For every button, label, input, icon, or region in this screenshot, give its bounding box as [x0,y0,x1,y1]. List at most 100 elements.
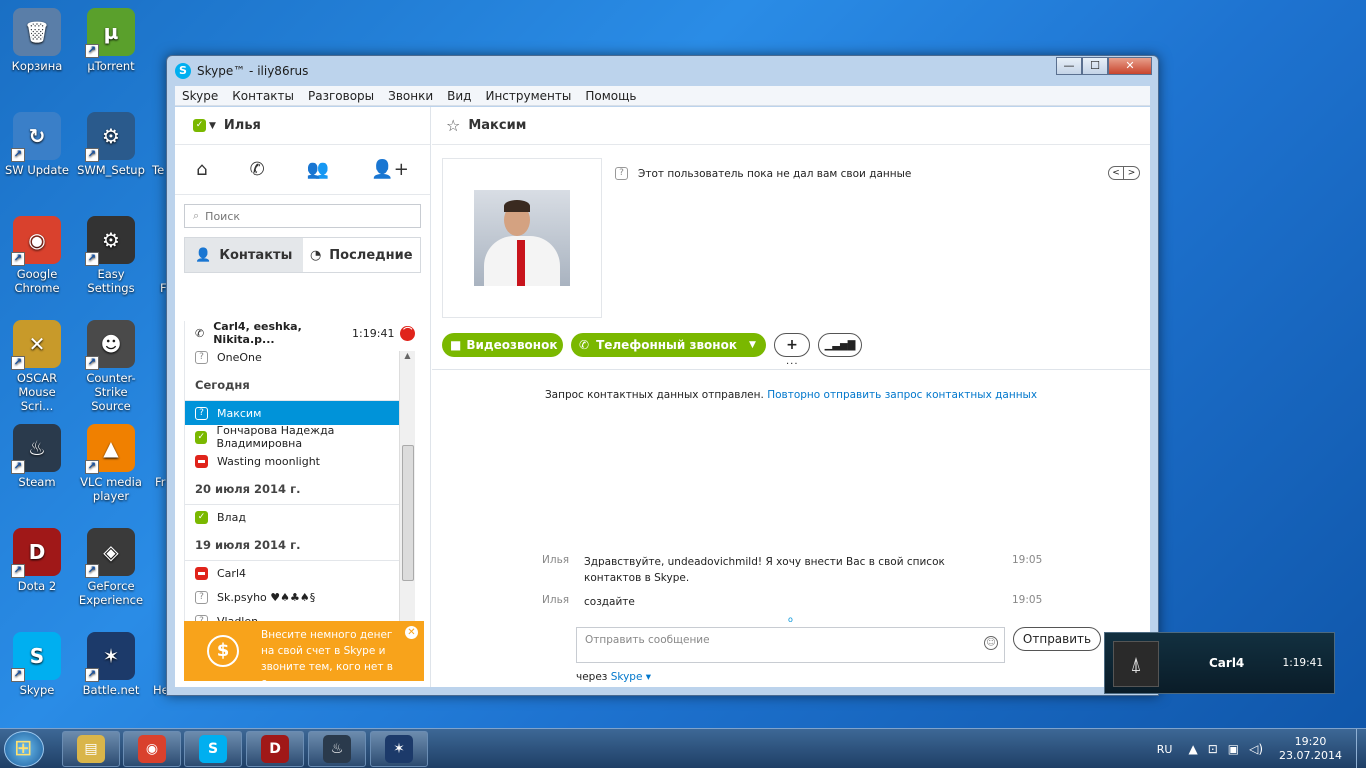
title-bar[interactable]: S Skype™ - iliy86rus [167,56,1158,86]
show-desktop-button[interactable] [1356,729,1366,768]
emoticon-icon[interactable]: ☺ [984,636,998,650]
message-sender: Илья [542,554,570,566]
tray-expand-icon[interactable]: ▲ [1188,742,1197,756]
desktop-icon-sw-update[interactable]: ↻ ↗ SW Update [1,112,73,177]
desktop-icon-easy-settings[interactable]: ⚙ ↗ Easy Settings [75,216,147,295]
network-icon[interactable]: ▣ [1228,742,1239,756]
desktop-icon-label: SW Update [5,163,69,177]
via-label: через [576,671,608,683]
clock[interactable]: 19:20 23.07.2014 [1279,735,1342,763]
via-selector: через Skype ▾ [576,671,651,683]
contact-header: ☆ Максим [432,107,1150,145]
taskbar-chrome-button[interactable]: ◉ [123,731,181,767]
online-status-icon[interactable]: ✓ [193,119,206,132]
prev-arrow-icon[interactable]: < [1108,166,1124,180]
unknown-status-icon: ? [615,167,628,180]
caller-avatar-icon: ⍋ [1113,641,1159,687]
group-icon[interactable]: 👥 [307,159,329,180]
busy-status-icon [195,454,208,468]
contact-row[interactable]: ✓ Влад [185,505,415,529]
desktop-icon-utorrent[interactable]: µ ↗ µTorrent [75,8,147,73]
desktop-icon-dota2[interactable]: D ↗ Dota 2 [1,528,73,593]
volume-icon[interactable]: ◁) [1249,742,1263,756]
vlc-icon: ▲ ↗ [85,424,135,474]
chevron-down-icon[interactable]: ▼ [749,340,756,350]
taskbar-skype-button[interactable]: S [184,731,242,767]
desktop-icon-counter-strike[interactable]: ☻ ↗ Counter-Strike Source [75,320,147,413]
menu-calls[interactable]: Звонки [381,89,440,103]
desktop-icon-skype[interactable]: S ↗ Skype [1,632,73,697]
search-input[interactable] [205,209,406,223]
language-indicator[interactable]: RU [1157,743,1173,756]
send-button[interactable]: Отправить [1013,627,1101,651]
contact-row[interactable]: ? OneOne [185,345,415,369]
desktop-icon-steam[interactable]: ♨ ↗ Steam [1,424,73,489]
menu-bar: Skype Контакты Разговоры Звонки Вид Инст… [175,86,1150,106]
taskbar-dota2-button[interactable]: D [246,731,304,767]
date-header: 20 июля 2014 г. [185,473,407,505]
add-contact-icon[interactable]: 👤+ [371,159,409,180]
scroll-thumb[interactable] [402,445,414,581]
tab-contacts[interactable]: 👤 Контакты [185,238,303,272]
phone-icon: ✆ [579,338,590,352]
tab-recent[interactable]: ◔ Последние [303,238,421,272]
active-call-row[interactable]: ✆ Carl4, eeshka, Nikita.p... 1:19:41 ⌒ [185,321,415,346]
via-skype-link[interactable]: Skype ▾ [611,671,651,683]
scroll-up-icon[interactable]: ▲ [400,351,415,360]
contact-row[interactable]: ? Максим [185,401,415,425]
add-button[interactable]: + [774,333,810,357]
message-time: 19:05 [1012,594,1043,606]
desktop-icon-recycle-bin[interactable]: 🗑 Корзина [1,8,73,73]
hangup-icon[interactable]: ⌒ [400,325,415,341]
shortcut-arrow-icon: ↗ [11,668,25,682]
contact-row[interactable]: ✓ Гончарова Надежда Владимировна [185,424,415,450]
contact-info-text: Этот пользователь пока не дал вам свои д… [638,167,912,180]
contact-row[interactable]: ? Sk.psyho ♥♠♣♠§ [185,585,415,609]
menu-tools[interactable]: Инструменты [478,89,578,103]
home-icon[interactable]: ⌂ [196,159,207,180]
window-title: Skype™ - iliy86rus [197,64,309,78]
skype-window: S Skype™ - iliy86rus — ☐ ✕ Skype Контакт… [166,55,1159,696]
search-box[interactable]: ⌕ [184,204,421,228]
maximize-button[interactable]: ☐ [1082,57,1108,75]
start-button[interactable] [4,731,44,767]
phone-icon[interactable]: ✆ [250,159,265,180]
user-name: Илья [223,118,261,133]
menu-conversations[interactable]: Разговоры [301,89,381,103]
my-profile[interactable]: ✓ ▼ Илья [175,107,430,145]
call-quality-button[interactable]: ▁▃▅▇ [818,333,862,357]
desktop-icon-label: µTorrent [87,59,135,73]
menu-help[interactable]: Помощь [578,89,643,103]
list-scrollbar[interactable]: ▲ ▼ [399,351,415,661]
menu-contacts[interactable]: Контакты [225,89,301,103]
phone-call-button[interactable]: ✆ Телефонный звонок ▼ [571,333,766,357]
desktop-icon-vlc[interactable]: ▲ ↗ VLC media player [75,424,147,503]
contact-avatar [474,190,570,286]
favorite-star-icon[interactable]: ☆ [446,116,460,135]
desktop-icon-battlenet[interactable]: ✶ ↗ Battle.net [75,632,147,697]
resend-request-link[interactable]: Повторно отправить запрос контактных дан… [767,389,1037,401]
desktop-icon-geforce[interactable]: ◈ ↗ GeForce Experience [75,528,147,607]
call-notification[interactable]: ⍋ Carl4 1:19:41 [1104,632,1335,694]
promo-close-icon[interactable]: ✕ [405,626,418,639]
desktop-icon-swm-setup[interactable]: ⚙ ↗ SWM_Setup [75,112,147,177]
desktop-icon-google-chrome[interactable]: ◉ ↗ Google Chrome [1,216,73,295]
video-call-button[interactable]: ■ Видеозвонок [442,333,563,357]
close-button[interactable]: ✕ [1108,57,1152,75]
taskbar-steam-button[interactable]: ♨ [308,731,366,767]
promo-banner[interactable]: $ Внесите немного денег на свой счет в S… [184,621,424,689]
taskbar-battlenet-button[interactable]: ✶ [370,731,428,767]
message-input[interactable]: Отправить сообщение ☺ [576,627,1005,663]
taskbar-explorer-button[interactable]: ▤ [62,731,120,767]
status-dropdown-icon[interactable]: ▼ [209,121,216,131]
menu-view[interactable]: Вид [440,89,478,103]
usb-icon[interactable]: ⊡ [1208,742,1218,756]
minimize-button[interactable]: — [1056,57,1082,75]
contact-row[interactable]: Wasting moonlight [185,449,415,473]
caller-name: Carl4 [1209,656,1245,670]
next-arrow-icon[interactable]: > [1124,166,1140,180]
menu-skype[interactable]: Skype [175,89,225,103]
contact-row[interactable]: Carl4 [185,561,415,585]
notice-text: Запрос контактных данных отправлен. [544,389,764,401]
desktop-icon-oscar-mouse[interactable]: ✕ ↗ OSCAR Mouse Scri... [1,320,73,413]
